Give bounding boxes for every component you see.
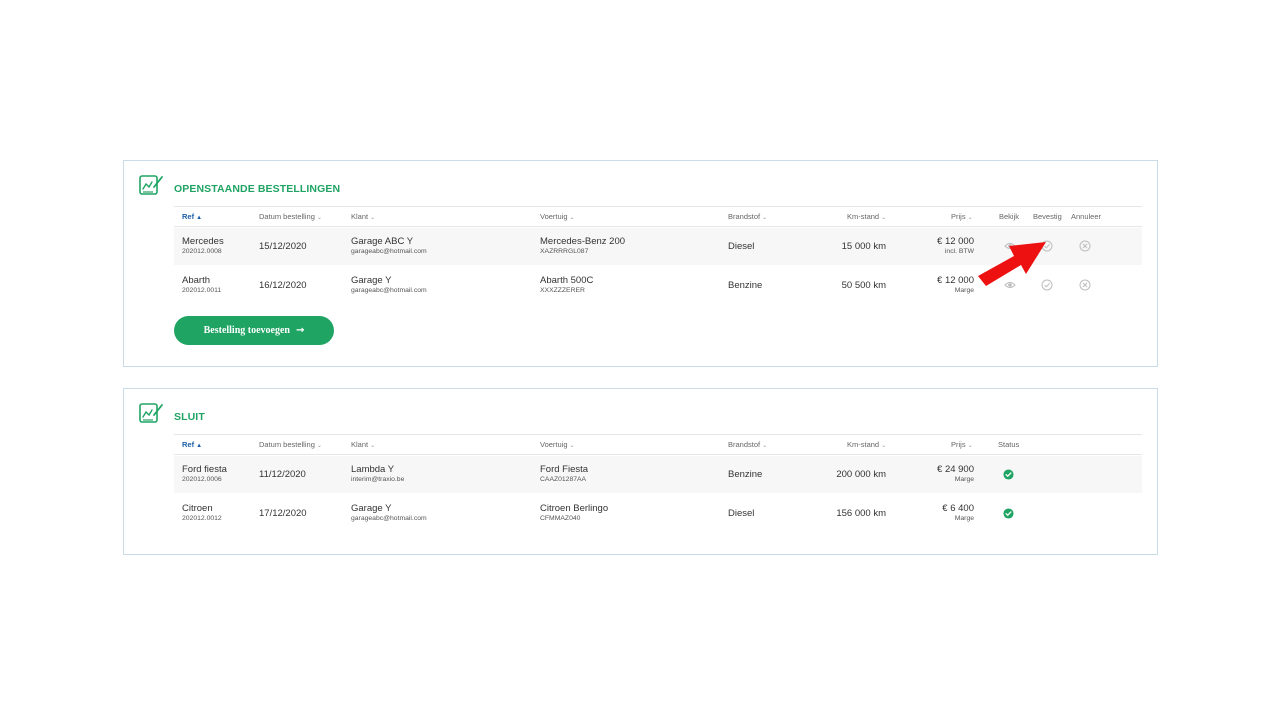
signed-document-icon	[139, 403, 163, 423]
divider	[174, 226, 1142, 227]
chevron-down-icon: ⌄	[967, 215, 973, 221]
vehicle-name: Ford Fiesta	[540, 464, 589, 475]
table-row[interactable]: Citroen 202012.0012 17/12/2020 Garage Y …	[174, 495, 1142, 532]
ref-number: 202012.0006	[182, 476, 222, 483]
divider	[174, 206, 1142, 207]
price-note: Marge	[954, 515, 974, 522]
client-name: Garage Y	[351, 275, 392, 286]
price: € 12 000	[937, 236, 974, 247]
fuel-type: Diesel	[728, 241, 755, 252]
price-note: incl. BTW	[944, 248, 974, 255]
client-email: garageabc@hotmail.com	[351, 248, 427, 255]
vehicle-plate: CFMMAZ040	[540, 515, 581, 522]
vehicle-plate: CAAZ01287AA	[540, 476, 587, 483]
chevron-down-icon: ⌄	[762, 443, 768, 449]
order-date: 11/12/2020	[259, 469, 306, 480]
sort-up-icon: ▲	[196, 215, 203, 221]
panel-title: SLUIT	[174, 411, 205, 423]
chevron-down-icon: ⌄	[370, 215, 376, 221]
price-note: Marge	[954, 476, 974, 483]
ref-name: Ford fiesta	[182, 464, 227, 475]
fuel-type: Benzine	[728, 469, 763, 480]
vehicle-plate: XAZRRRGL087	[540, 248, 589, 255]
arrow-right-icon: →	[295, 325, 305, 336]
ref-number: 202012.0012	[182, 515, 222, 522]
column-header-price[interactable]: Prijs ⌄	[951, 212, 973, 221]
client-email: garageabc@hotmail.com	[351, 515, 427, 522]
mileage: 200 000 km	[836, 469, 886, 480]
chevron-down-icon: ⌄	[569, 215, 575, 221]
ref-number: 202012.0011	[182, 287, 222, 294]
order-date: 15/12/2020	[259, 241, 307, 252]
column-header-cancel: Annuleer	[1071, 212, 1102, 221]
chevron-down-icon: ⌄	[316, 215, 322, 221]
fuel-type: Benzine	[728, 280, 763, 291]
client-email: interim@traxio.be	[351, 476, 405, 483]
chevron-down-icon: ⌄	[316, 443, 322, 449]
column-header-view: Bekijk	[999, 212, 1020, 221]
column-header-fuel[interactable]: Brandstof ⌄	[728, 212, 767, 221]
chevron-down-icon: ⌄	[881, 215, 887, 221]
column-header-ref[interactable]: Ref ▲	[182, 440, 202, 449]
signed-document-icon	[139, 175, 163, 195]
chevron-down-icon: ⌄	[881, 443, 887, 449]
check-circle-icon	[1003, 469, 1014, 480]
order-date: 16/12/2020	[259, 280, 307, 291]
add-order-button[interactable]: Bestelling toevoegen →	[174, 316, 334, 345]
column-header-vehicle[interactable]: Voertuig ⌄	[540, 440, 575, 449]
vehicle-plate: XXXZZZERER	[540, 287, 585, 294]
client-name: Garage ABC Y	[351, 236, 414, 247]
closed-orders-panel: SLUIT Ref ▲ Datum bestelling ⌄ Klant ⌄ Voer…	[123, 388, 1158, 555]
vehicle-name: Citroen Berlingo	[540, 503, 609, 514]
column-header-ref[interactable]: Ref ▲	[182, 212, 202, 221]
cancel-x-icon[interactable]	[1079, 279, 1091, 291]
column-header-km[interactable]: Km-stand ⌄	[847, 440, 886, 449]
cancel-x-icon[interactable]	[1079, 240, 1091, 252]
client-name: Lambda Y	[351, 464, 395, 475]
ref-name: Mercedes	[182, 236, 224, 247]
column-header-fuel[interactable]: Brandstof ⌄	[728, 440, 767, 449]
price: € 12 000	[937, 275, 974, 286]
column-header-confirm: Bevestig	[1033, 212, 1062, 221]
chevron-down-icon: ⌄	[370, 443, 376, 449]
mileage: 156 000 km	[836, 508, 886, 519]
column-header-date[interactable]: Datum bestelling ⌄	[259, 440, 322, 449]
chevron-down-icon: ⌄	[967, 443, 973, 449]
sort-up-icon: ▲	[196, 443, 203, 449]
divider	[174, 454, 1142, 455]
price-note: Marge	[954, 287, 974, 294]
price: € 6 400	[942, 503, 974, 514]
price: € 24 900	[937, 464, 974, 475]
mileage: 50 500 km	[841, 280, 886, 291]
vehicle-name: Abarth 500C	[540, 275, 594, 286]
annotation-arrow-icon	[978, 242, 1046, 286]
chevron-down-icon: ⌄	[762, 215, 768, 221]
divider	[174, 434, 1142, 435]
column-header-vehicle[interactable]: Voertuig ⌄	[540, 212, 575, 221]
mileage: 15 000 km	[841, 241, 886, 252]
chevron-down-icon: ⌄	[569, 443, 575, 449]
column-header-price[interactable]: Prijs ⌄	[951, 440, 973, 449]
column-header-km[interactable]: Km-stand ⌄	[847, 212, 886, 221]
column-header-date[interactable]: Datum bestelling ⌄	[259, 212, 322, 221]
vehicle-name: Mercedes-Benz 200	[540, 236, 626, 247]
column-header-client[interactable]: Klant ⌄	[351, 440, 375, 449]
order-date: 17/12/2020	[259, 508, 307, 519]
check-circle-icon	[1003, 508, 1014, 519]
column-header-status: Status	[998, 440, 1020, 449]
table-row[interactable]: Ford fiesta 202012.0006 11/12/2020 Lambd…	[174, 456, 1142, 493]
ref-name: Abarth	[182, 275, 210, 286]
ref-name: Citroen	[182, 503, 213, 514]
ref-number: 202012.0008	[182, 248, 222, 255]
panel-title: OPENSTAANDE BESTELLINGEN	[174, 183, 341, 195]
client-email: garageabc@hotmail.com	[351, 287, 427, 294]
add-order-label: Bestelling toevoegen	[203, 325, 290, 336]
client-name: Garage Y	[351, 503, 392, 514]
column-header-client[interactable]: Klant ⌄	[351, 212, 375, 221]
fuel-type: Diesel	[728, 508, 755, 519]
